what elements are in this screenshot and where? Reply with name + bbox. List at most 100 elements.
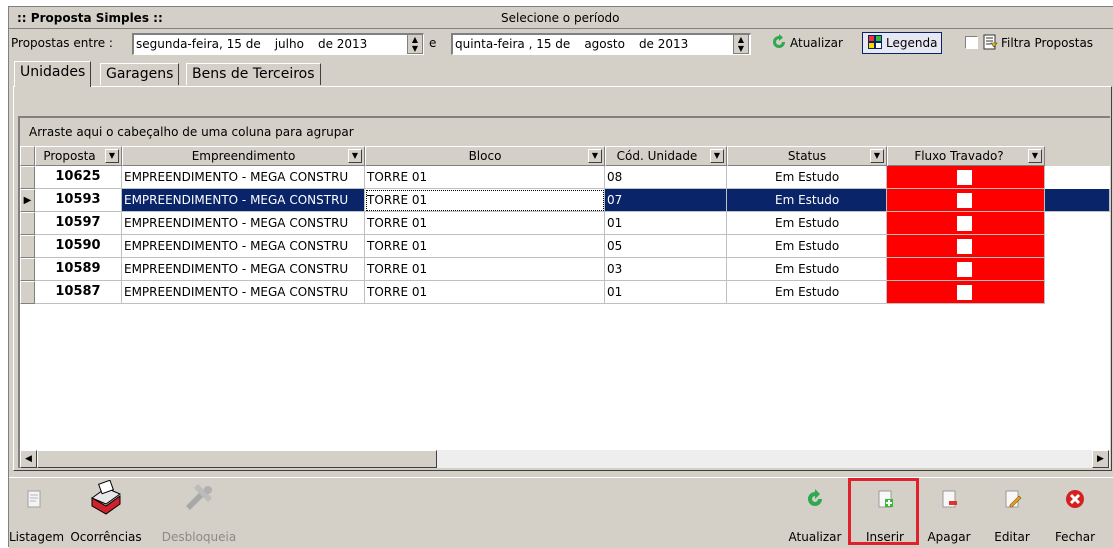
cell-proposta[interactable]: 10625 (35, 166, 122, 189)
cell-status[interactable]: Em Estudo (727, 258, 887, 281)
chevron-down-icon[interactable]: ▼ (710, 149, 724, 163)
column-header-fluxo-travado[interactable]: Fluxo Travado? ▼ (887, 146, 1045, 166)
cell-empreendimento[interactable]: EMPREENDIMENTO - MEGA CONSTRU (122, 258, 365, 281)
inserir-highlight-box (848, 478, 919, 545)
ocorrencias-label: Ocorrências (70, 530, 142, 544)
cell-cod-unidade[interactable]: 01 (605, 212, 727, 235)
cell-bloco[interactable]: TORRE 01 (365, 212, 605, 235)
cell-bloco-focused[interactable]: TORRE 01 (365, 189, 605, 212)
fluxo-checkbox[interactable] (957, 216, 972, 231)
close-icon (1066, 490, 1084, 508)
fechar-label: Fechar (1054, 530, 1096, 544)
cell-status[interactable]: Em Estudo (727, 281, 887, 304)
scroll-left-arrow-icon[interactable]: ◀ (20, 450, 37, 468)
cell-bloco[interactable]: TORRE 01 (365, 166, 605, 189)
tab-bens-de-terceiros[interactable]: Bens de Terceiros (186, 63, 321, 85)
ocorrencias-button[interactable]: Ocorrências (61, 478, 151, 548)
cell-cod-unidade[interactable]: 07 (605, 189, 727, 212)
cell-proposta[interactable]: 10589 (35, 258, 122, 281)
row-indicator[interactable] (20, 212, 35, 235)
cell-status[interactable]: Em Estudo (727, 166, 887, 189)
apagar-label: Apagar (927, 530, 971, 544)
row-indicator[interactable] (20, 281, 35, 304)
chevron-down-icon[interactable]: ▼ (105, 149, 119, 163)
chevron-down-icon[interactable]: ▼ (348, 149, 362, 163)
cell-proposta[interactable]: 10597 (35, 212, 122, 235)
period-bar: Propostas entre : segunda-feira, 15 de ju… (9, 30, 1113, 58)
cell-cod-unidade[interactable]: 08 (605, 166, 727, 189)
tab-garagens[interactable]: Garagens (100, 63, 180, 85)
atualizar-toolbar-button[interactable]: Atualizar (767, 33, 847, 55)
column-header-cod-unidade[interactable]: Cód. Unidade ▼ (605, 146, 727, 166)
cell-status[interactable]: Em Estudo (727, 235, 887, 258)
scroll-right-arrow-icon[interactable]: ▶ (1092, 450, 1109, 468)
propostas-grid[interactable]: Arraste aqui o cabeçalho de uma coluna p… (18, 116, 1110, 468)
row-indicator[interactable] (20, 235, 35, 258)
apagar-button[interactable]: Apagar (923, 478, 975, 548)
column-header-empreendimento[interactable]: Empreendimento ▼ (122, 146, 365, 166)
table-row[interactable]: 10587 EMPREENDIMENTO - MEGA CONSTRU TORR… (20, 281, 1110, 304)
cell-proposta[interactable]: 10593 (35, 189, 122, 212)
table-row[interactable]: 10597 EMPREENDIMENTO - MEGA CONSTRU TORR… (20, 212, 1110, 235)
table-row[interactable]: 10625 EMPREENDIMENTO - MEGA CONSTRU TORR… (20, 166, 1110, 189)
cell-empreendimento[interactable]: EMPREENDIMENTO - MEGA CONSTRU (122, 166, 365, 189)
atualizar-button[interactable]: Atualizar (784, 478, 846, 548)
cell-empreendimento[interactable]: EMPREENDIMENTO - MEGA CONSTRU (122, 281, 365, 304)
listagem-button[interactable]: Listagem (9, 478, 65, 548)
cell-fluxo-travado[interactable] (887, 212, 1045, 235)
column-header-bloco[interactable]: Bloco ▼ (365, 146, 605, 166)
chevron-down-icon[interactable]: ▼ (1028, 149, 1042, 163)
cell-fluxo-travado[interactable] (887, 258, 1045, 281)
cell-empreendimento[interactable]: EMPREENDIMENTO - MEGA CONSTRU (122, 235, 365, 258)
start-date-spinner[interactable]: ▲ ▼ (407, 34, 423, 54)
fluxo-checkbox[interactable] (957, 285, 972, 300)
fluxo-checkbox[interactable] (957, 193, 972, 208)
listagem-label: Listagem (9, 530, 65, 544)
fluxo-checkbox[interactable] (957, 239, 972, 254)
fluxo-checkbox[interactable] (957, 262, 972, 277)
editar-button[interactable]: Editar (987, 478, 1037, 548)
horizontal-scrollbar[interactable]: ◀ ▶ (20, 450, 1110, 468)
cell-status[interactable]: Em Estudo (727, 212, 887, 235)
row-indicator[interactable] (20, 166, 35, 189)
group-by-area[interactable]: Arraste aqui o cabeçalho de uma coluna p… (20, 118, 1110, 146)
fechar-button[interactable]: Fechar (1049, 478, 1101, 548)
table-row[interactable]: ▶ 10593 EMPREENDIMENTO - MEGA CONSTRU TO… (20, 189, 1110, 212)
cell-proposta[interactable]: 10590 (35, 235, 122, 258)
end-date-field[interactable]: quinta-feira , 15 de agosto de 2013 (451, 33, 751, 55)
cell-bloco[interactable]: TORRE 01 (365, 281, 605, 304)
desbloqueia-label: Desbloqueia (161, 530, 237, 544)
cell-cod-unidade[interactable]: 01 (605, 281, 727, 304)
cell-bloco[interactable]: TORRE 01 (365, 235, 605, 258)
column-header-status[interactable]: Status ▼ (727, 146, 887, 166)
cell-proposta[interactable]: 10587 (35, 281, 122, 304)
table-row[interactable]: 10590 EMPREENDIMENTO - MEGA CONSTRU TORR… (20, 235, 1110, 258)
row-indicator[interactable] (20, 258, 35, 281)
fluxo-checkbox[interactable] (957, 170, 972, 185)
cell-fluxo-travado[interactable] (887, 281, 1045, 304)
legenda-button[interactable]: Legenda (862, 32, 943, 54)
filtra-checkbox-box[interactable] (965, 36, 978, 49)
cell-cod-unidade[interactable]: 03 (605, 258, 727, 281)
column-header-proposta[interactable]: Proposta ▼ (35, 146, 122, 166)
row-pointer-icon[interactable]: ▶ (20, 189, 35, 212)
table-row[interactable]: 10589 EMPREENDIMENTO - MEGA CONSTRU TORR… (20, 258, 1110, 281)
tab-garagens-label: Garagens (106, 66, 174, 82)
desbloqueia-button[interactable]: Desbloqueia (159, 478, 239, 548)
end-date-day: quinta-feira , 15 de (455, 37, 571, 51)
end-date-spinner[interactable]: ▲ ▼ (733, 34, 749, 54)
cell-fluxo-travado[interactable] (887, 235, 1045, 258)
cell-fluxo-travado[interactable] (887, 189, 1045, 212)
cell-fluxo-travado[interactable] (887, 166, 1045, 189)
cell-bloco[interactable]: TORRE 01 (365, 258, 605, 281)
chevron-down-icon[interactable]: ▼ (588, 149, 602, 163)
chevron-down-icon[interactable]: ▼ (870, 149, 884, 163)
tab-unidades[interactable]: Unidades (14, 61, 92, 87)
start-date-field[interactable]: segunda-feira, 15 de julho de 2013 (132, 33, 424, 55)
cell-empreendimento[interactable]: EMPREENDIMENTO - MEGA CONSTRU (122, 189, 365, 212)
scroll-thumb[interactable] (37, 450, 437, 468)
cell-cod-unidade[interactable]: 05 (605, 235, 727, 258)
cell-status[interactable]: Em Estudo (727, 189, 887, 212)
cell-empreendimento[interactable]: EMPREENDIMENTO - MEGA CONSTRU (122, 212, 365, 235)
filtra-propostas-checkbox[interactable]: Filtra Propostas (961, 33, 1097, 55)
